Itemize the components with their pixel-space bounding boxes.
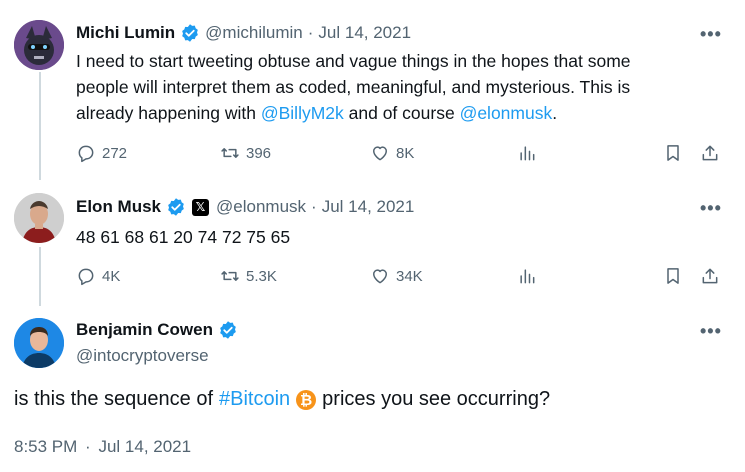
author-handle[interactable]: @intocryptoverse [76,346,209,366]
hashtag-bitcoin[interactable]: #Bitcoin [219,388,290,411]
views-button[interactable] [517,143,537,163]
bookmark-button[interactable] [663,143,683,163]
text-fragment: is this the sequence of [14,388,214,410]
verified-badge-icon [166,197,186,217]
bookmark-icon [667,145,679,161]
like-count: 8K [396,144,415,162]
author-handle[interactable]: @michilumin [205,23,303,43]
thread-line-2 [39,247,41,306]
verified-badge-icon [180,23,200,43]
text-fragment: already happening with [76,103,261,123]
analytics-icon [520,269,535,284]
avatar-elon-musk[interactable] [14,193,64,243]
avatar-benjamin-cowen[interactable] [14,318,64,368]
retweet-icon [221,148,239,158]
author-handle[interactable]: @elonmusk [216,197,306,217]
heart-icon [373,146,387,161]
mention-elonmusk[interactable]: @elonmusk [460,103,553,123]
retweet-count: 396 [246,144,272,162]
reply-icon [78,145,94,163]
retweet-icon [221,271,239,281]
tweet-text-line-2: people will interpret them as coded, mea… [76,77,631,97]
reply-button[interactable]: 272 [76,143,127,163]
like-button[interactable]: 34K [370,266,423,286]
verified-badge-icon [218,320,238,340]
like-button[interactable]: 8K [370,143,414,163]
retweet-button[interactable]: 396 [220,143,271,163]
separator: · [307,23,314,42]
tweet-date[interactable]: Jul 14, 2021 [98,437,191,456]
tweet-date[interactable]: Jul 14, 2021 [318,23,411,43]
more-icon[interactable]: ••• [700,24,722,45]
share-button[interactable] [700,143,720,163]
retweet-count: 5.3K [246,267,277,285]
heart-icon [373,269,387,284]
bookmark-button[interactable] [663,266,683,286]
x-logo-icon: 𝕏 [192,198,210,216]
views-button[interactable] [517,266,537,286]
bookmark-icon [667,268,679,284]
reply-icon [78,268,94,286]
avatar-michi-lumin[interactable] [14,20,64,70]
thread-line-1 [39,72,41,180]
tweet-text-line-3: already happening with @BillyM2k and of … [76,100,726,126]
share-button[interactable] [700,266,720,286]
author-name[interactable]: Elon Musk [76,197,161,217]
tweet-text: 48 61 68 61 20 74 72 75 65 [76,227,291,247]
mention-billym2k[interactable]: @BillyM2k [261,103,344,123]
tweet-text: is this the sequence of #Bitcoin ₿ price… [14,388,550,411]
text-fragment: . [552,103,558,123]
reply-count: 4K [102,267,121,285]
tweet-text: I need to start tweeting obtuse and vagu… [76,48,726,126]
share-icon [702,268,718,284]
author-name[interactable]: Benjamin Cowen [76,320,213,340]
more-icon[interactable]: ••• [700,321,722,342]
tweet-date[interactable]: Jul 14, 2021 [322,197,415,217]
tweet-time[interactable]: 8:53 PM [14,437,77,456]
analytics-icon [520,146,535,161]
separator: · [85,437,91,456]
like-count: 34K [396,267,423,285]
retweet-button[interactable]: 5.3K [220,266,277,286]
more-icon[interactable]: ••• [700,198,722,219]
reply-button[interactable]: 4K [76,266,120,286]
author-name[interactable]: Michi Lumin [76,23,175,43]
text-fragment: and of course [343,103,460,123]
text-fragment: prices you see occurring? [322,388,551,410]
bitcoin-emoji-icon: ₿ [296,389,317,410]
share-icon [702,145,718,161]
tweet-text-line-1: I need to start tweeting obtuse and vagu… [76,51,631,71]
separator: · [311,197,317,216]
reply-count: 272 [102,144,128,162]
